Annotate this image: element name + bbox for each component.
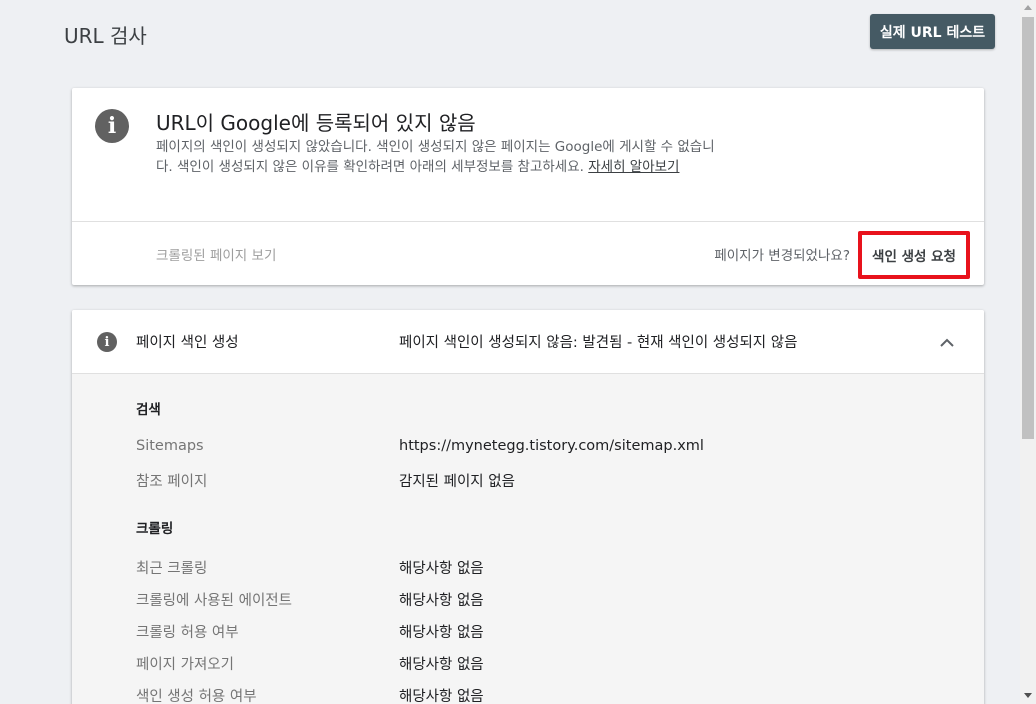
- sitemaps-value: https://mynetegg.tistory.com/sitemap.xml: [399, 438, 704, 454]
- page-indexing-card: i 페이지 색인 생성 페이지 색인이 생성되지 않음: 발견됨 - 현재 색인…: [72, 310, 984, 704]
- indexing-allowed-label: 색인 생성 허용 여부: [136, 689, 257, 704]
- request-indexing-button[interactable]: 색인 생성 요청: [858, 231, 970, 279]
- page-scrollbar[interactable]: [1020, 0, 1036, 704]
- referring-page-label: 참조 페이지: [136, 474, 208, 490]
- referring-page-value: 감지된 페이지 없음: [399, 474, 515, 490]
- page-fetch-label: 페이지 가져오기: [136, 657, 234, 673]
- scroll-thumb[interactable]: [1022, 17, 1034, 439]
- page-indexing-label: 페이지 색인 생성: [136, 335, 239, 351]
- scroll-down-arrow-icon[interactable]: [1024, 693, 1032, 698]
- scroll-up-arrow-icon[interactable]: [1024, 5, 1032, 10]
- crawl-allowed-label: 크롤링 허용 여부: [136, 625, 239, 641]
- card-divider: [72, 221, 984, 222]
- last-crawl-label: 최근 크롤링: [136, 561, 208, 577]
- crawl-allowed-value: 해당사항 없음: [399, 625, 484, 641]
- page-indexing-header[interactable]: i 페이지 색인 생성 페이지 색인이 생성되지 않음: 발견됨 - 현재 색인…: [72, 310, 984, 374]
- indexing-allowed-value: 해당사항 없음: [399, 689, 484, 704]
- crawled-as-label: 크롤링에 사용된 에이전트: [136, 593, 292, 609]
- page-indexing-status: 페이지 색인이 생성되지 않음: 발견됨 - 현재 색인이 생성되지 않음: [399, 335, 798, 351]
- crawled-as-value: 해당사항 없음: [399, 593, 484, 609]
- page-changed-question: 페이지가 변경되었나요?: [714, 248, 850, 264]
- info-icon: i: [97, 332, 117, 352]
- index-status-title: URL이 Google에 등록되어 있지 않음: [156, 111, 476, 135]
- index-status-card: i URL이 Google에 등록되어 있지 않음 페이지의 색인이 생성되지 …: [72, 88, 984, 285]
- info-icon: i: [95, 109, 129, 143]
- page-fetch-value: 해당사항 없음: [399, 657, 484, 673]
- sitemaps-label: Sitemaps: [136, 438, 204, 454]
- chevron-up-icon[interactable]: [936, 332, 958, 352]
- last-crawl-value: 해당사항 없음: [399, 561, 484, 577]
- section-heading-discovery: 검색: [136, 402, 161, 418]
- view-crawled-page-button[interactable]: 크롤링된 페이지 보기: [156, 244, 276, 264]
- section-heading-crawl: 크롤링: [136, 521, 174, 537]
- learn-more-link[interactable]: 자세히 알아보기: [588, 159, 679, 175]
- page-title: URL 검사: [64, 24, 147, 48]
- index-status-description: 페이지의 색인이 생성되지 않았습니다. 색인이 생성되지 않은 페이지는 Go…: [156, 137, 726, 177]
- test-live-url-button[interactable]: 실제 URL 테스트: [870, 14, 995, 49]
